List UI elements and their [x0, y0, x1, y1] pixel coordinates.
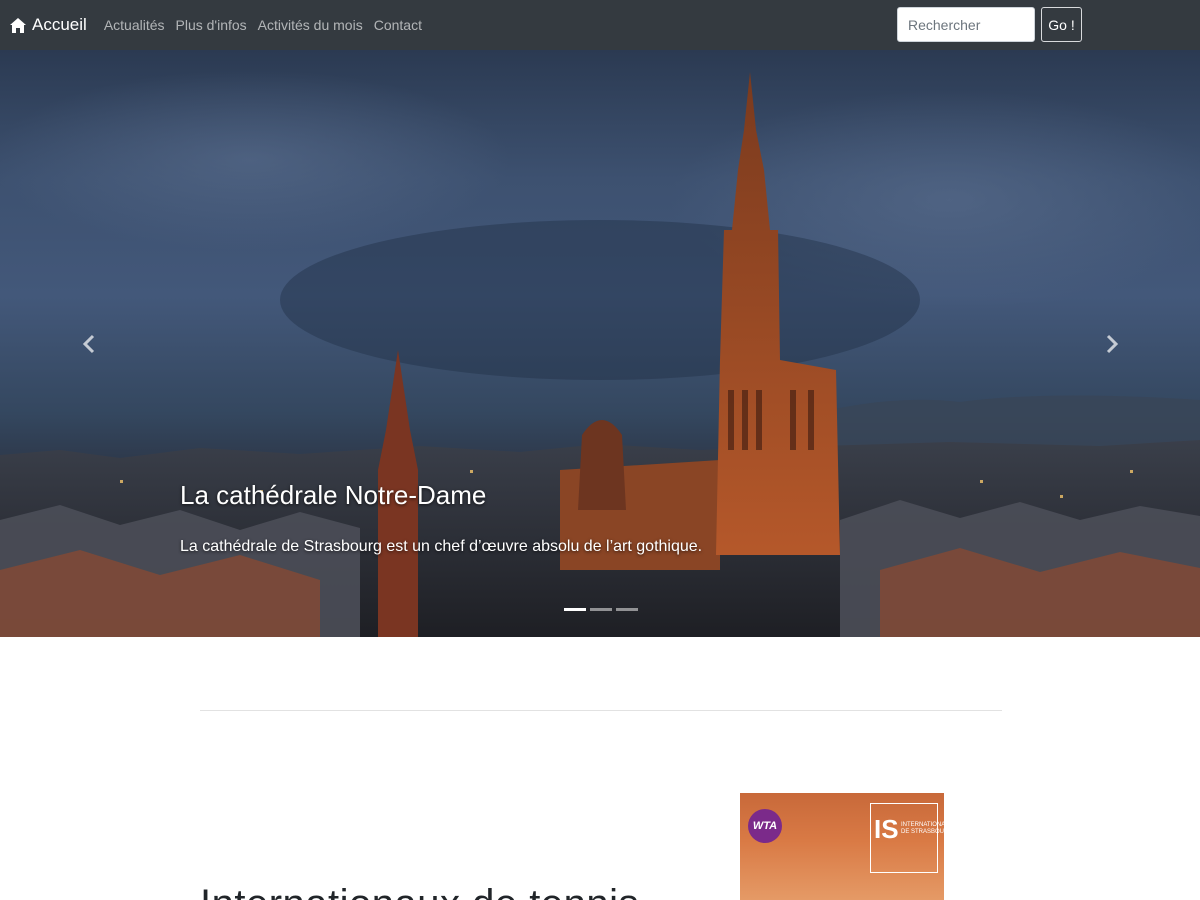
go-button[interactable]: Go !: [1041, 7, 1082, 42]
top-navbar: Accueil Actualités Plus d'infos Activité…: [0, 0, 1200, 50]
nav-link-plus-infos[interactable]: Plus d'infos: [176, 17, 247, 33]
featurette-divider: [200, 710, 1002, 711]
carousel-indicators: [564, 608, 642, 611]
caption-title: La cathédrale Notre-Dame: [180, 480, 487, 510]
featurette-heading: Internationaux de tennis: [200, 882, 639, 900]
home-link[interactable]: Accueil: [10, 15, 87, 35]
nav-link-contact[interactable]: Contact: [374, 17, 422, 33]
home-icon: [10, 17, 26, 33]
brand-label: Accueil: [32, 15, 87, 34]
carousel-next-icon[interactable]: [1099, 332, 1123, 356]
indicator-3[interactable]: [616, 608, 638, 611]
caption-text: La cathédrale de Strasbourg est un chef …: [180, 538, 703, 555]
carousel-caption: La cathédrale Notre-Dame La cathédrale d…: [180, 480, 702, 556]
search-input[interactable]: [897, 7, 1035, 42]
nav-link-activites[interactable]: Activités du mois: [258, 17, 363, 33]
tournament-poster: WTA IS Internationaux de Strasbourg: [740, 793, 944, 900]
search-form: Go !: [897, 7, 1082, 42]
is-logo-text: Internationaux de Strasbourg: [901, 822, 944, 835]
is-logo: IS Internationaux de Strasbourg: [870, 803, 944, 873]
wta-logo: WTA: [748, 809, 782, 843]
indicator-1[interactable]: [564, 608, 586, 611]
hero-carousel: La cathédrale Notre-Dame La cathédrale d…: [0, 50, 1200, 637]
nav-links: Actualités Plus d'infos Activités du moi…: [104, 17, 433, 33]
indicator-2[interactable]: [590, 608, 612, 611]
is-logo-mark: IS: [874, 814, 899, 844]
nav-link-actualites[interactable]: Actualités: [104, 17, 165, 33]
carousel-prev-icon[interactable]: [78, 332, 102, 356]
